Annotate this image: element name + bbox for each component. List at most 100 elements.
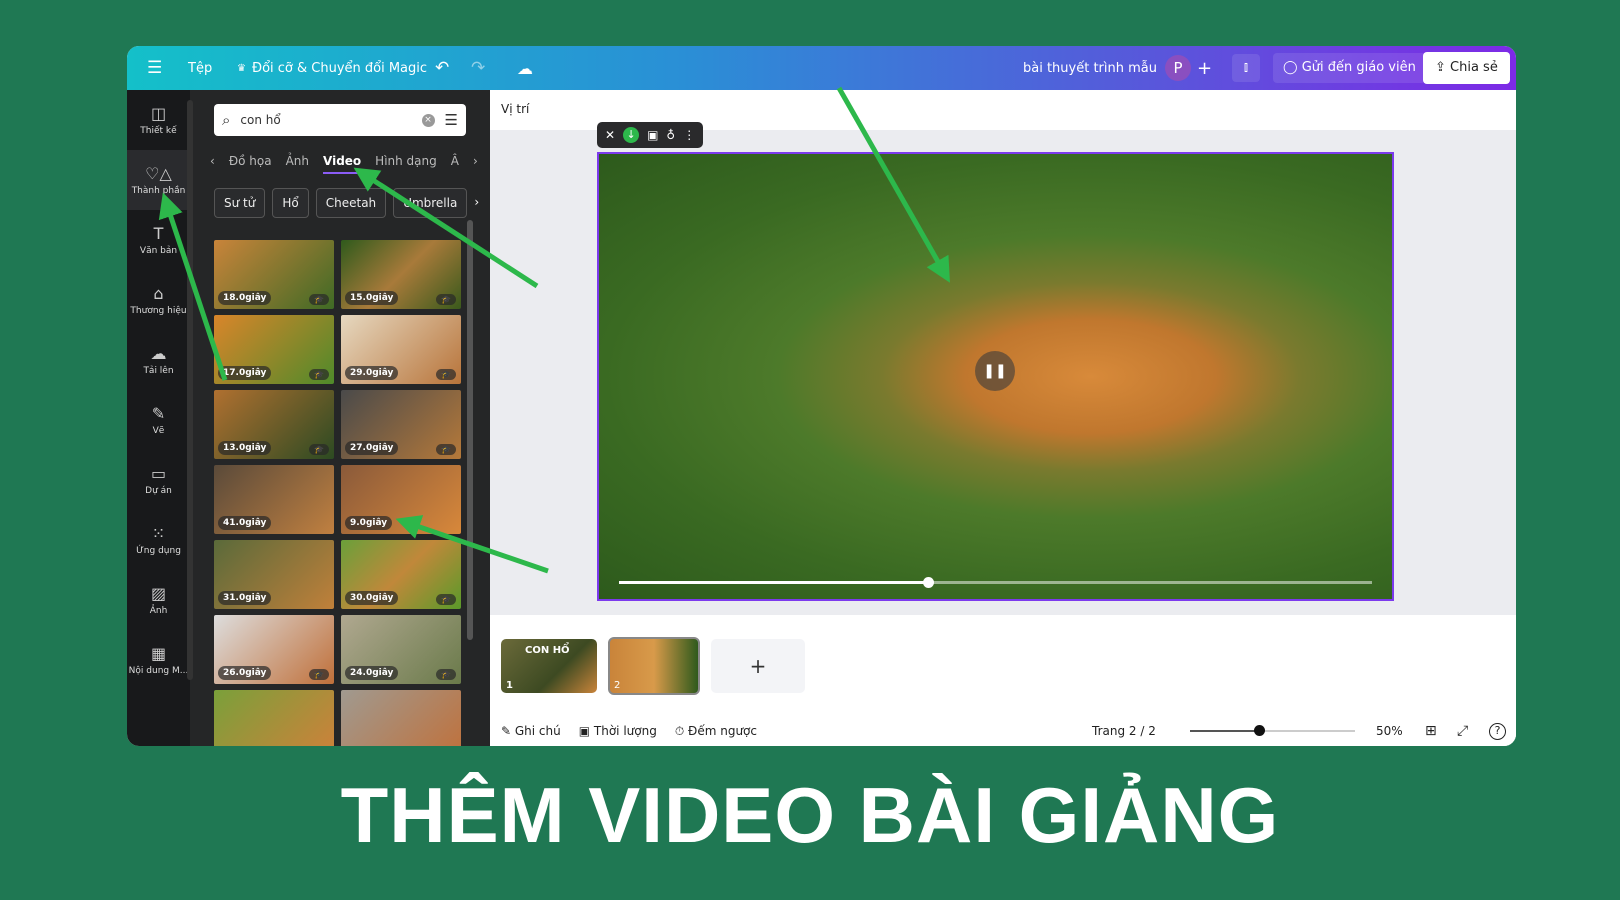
filter-icon[interactable]: ☰ [445,111,458,129]
lightbulb-icon[interactable]: ♁ [666,128,675,142]
video-duration: 41.0giây [218,516,272,530]
send-teacher-button[interactable]: ◯ Gửi đến giáo viên [1273,53,1426,83]
tiger-video[interactable]: ❚❚ [597,152,1394,601]
side-rail: ◫ Thiết kế ♡△ Thành phần T Văn bản ⌂ Thương hiệ… [127,90,190,746]
tab[interactable]: Ảnh [286,154,309,168]
tab[interactable]: Video [323,154,362,174]
download-icon[interactable]: ↓ [623,127,640,143]
video-duration: 13.0giây [218,441,272,455]
page-indicator[interactable]: Trang 2 / 2 [1092,724,1156,738]
share-button[interactable]: ⇪ Chia sẻ [1423,52,1510,84]
video-thumbnail[interactable]: 24.0giây 🎓 [341,615,461,684]
tabs-prev-icon[interactable]: ‹ [210,154,215,168]
rail-item-label: Nội dung M... [128,666,189,676]
video-thumbnail[interactable] [214,690,334,746]
video-thumbnail[interactable]: 31.0giây [214,540,334,609]
canvas-area: Vị trí ✕ ↓ ▣ ♁ ⋮ ❚❚ ↻ ✦ CON HỔ 1 2 + ✎ G… [490,90,1516,746]
rail-item[interactable]: ✎ Vẽ [127,390,190,450]
grid-view-icon[interactable]: ⊞ [1425,723,1437,739]
brand-icon: ⌂ [153,284,164,303]
rail-item[interactable]: ▭ Dự án [127,450,190,510]
page-thumb-1[interactable]: CON HỔ 1 [501,639,597,693]
chips-next-icon[interactable]: › [474,188,479,218]
document-title[interactable]: bài thuyết trình mẫu [1023,61,1157,76]
rail-item[interactable]: ◫ Thiết kế [127,90,190,150]
video-duration: 31.0giây [218,591,272,605]
video-duration: 15.0giây [345,291,399,305]
rail-item[interactable]: ▨ Ảnh [127,570,190,630]
video-thumbnail[interactable]: 26.0giây 🎓 [214,615,334,684]
add-page-button[interactable]: + [711,639,805,693]
pause-button[interactable]: ❚❚ [975,351,1015,391]
duration-button[interactable]: ▣ Thời lượng [579,724,657,738]
video-thumbnail[interactable]: 18.0giây 🎓 [214,240,334,309]
suggestion-chip[interactable]: Cheetah [315,188,387,218]
fullscreen-icon[interactable]: ⤢ [1457,723,1468,739]
avatar[interactable]: P [1165,55,1191,81]
video-thumbnail[interactable]: 27.0giây 🎓 [341,390,461,459]
rail-item[interactable]: ⌂ Thương hiệu [127,270,190,330]
notes-button[interactable]: ✎ Ghi chú [501,724,561,738]
timer-button[interactable]: ⏱ Đếm ngược [675,724,757,739]
elements-panel: ⌕ con hổ × ☰ ‹ Đồ họa Ảnh Video Hình dạng Â › … [187,90,490,746]
layout-icon: ◫ [150,104,167,123]
search-input[interactable]: ⌕ con hổ × ☰ [214,104,466,136]
more-icon[interactable]: ⋮ [683,128,695,142]
page-thumb-2[interactable]: 2 [608,637,700,695]
video-duration: 26.0giây [218,666,272,680]
rail-item[interactable]: ▦ Nội dung M... [127,630,190,690]
rail-item-label: Thành phần [131,186,186,196]
video-thumbnail[interactable]: 15.0giây 🎓 [341,240,461,309]
cloud-saved-icon[interactable]: ☁ [517,59,533,78]
check-circle-icon: ◯ [1283,60,1302,75]
add-collaborator-icon[interactable]: + [1197,58,1212,79]
clear-icon[interactable]: × [421,113,435,127]
video-thumbnail[interactable]: 9.0giây [341,465,461,534]
suggestion-chip[interactable]: Sư tử [214,188,266,218]
menu-icon[interactable]: ☰ [147,58,162,78]
video-duration: 9.0giây [345,516,393,530]
video-thumbnail[interactable]: 13.0giây 🎓 [214,390,334,459]
video-thumbnail[interactable]: 17.0giây 🎓 [214,315,334,384]
tab[interactable]: Hình dạng [375,154,437,168]
education-icon: 🎓 [436,444,456,455]
suggestion-chips: Sư tử Hổ Cheetah Umbrella › [214,188,479,218]
rail-item[interactable]: ☁ Tải lên [127,330,190,390]
rail-item-label: Dự án [145,486,172,496]
magic-resize-button[interactable]: Đổi cỡ & Chuyển đổi Magic [252,61,427,76]
rail-item-label: Thương hiệu [130,306,187,316]
video-thumbnail[interactable]: 41.0giây [214,465,334,534]
element-toolbar: ✕ ↓ ▣ ♁ ⋮ [597,122,704,148]
tabs-next-icon[interactable]: › [473,154,478,168]
position-label[interactable]: Vị trí [501,102,529,116]
video-thumbnail[interactable]: 30.0giây 🎓 [341,540,461,609]
footer-bar: ✎ Ghi chú ▣ Thời lượng ⏱ Đếm ngược Trang… [501,716,1506,746]
education-icon: 🎓 [436,594,456,605]
rail-scrollbar[interactable] [187,100,193,680]
video-duration: 27.0giây [345,441,399,455]
tab[interactable]: Â [451,154,459,168]
rail-item[interactable]: T Văn bản [127,210,190,270]
zoom-slider[interactable] [1190,725,1355,736]
education-icon: 🎓 [309,294,329,305]
suggestion-chip[interactable]: Umbrella [393,188,468,218]
send-teacher-label: Gửi đến giáo viên [1301,60,1416,75]
file-menu[interactable]: Tệp [188,61,212,76]
tab[interactable]: Đồ họa [229,154,272,168]
rail-item-label: Văn bản [139,246,178,256]
replace-icon[interactable]: ▣ [647,128,658,142]
rail-item[interactable]: ⁙ Ứng dụng [127,510,190,570]
analytics-icon[interactable]: ⫾ [1232,54,1260,82]
undo-icon[interactable]: ↶ [435,58,449,78]
rail-item[interactable]: ♡△ Thành phần [127,150,190,210]
video-thumbnail[interactable]: 29.0giây 🎓 [341,315,461,384]
education-icon: 🎓 [309,669,329,680]
help-icon[interactable]: ? [1489,722,1506,740]
suggestion-chip[interactable]: Hổ [272,188,309,218]
video-thumbnail[interactable] [341,690,461,746]
redo-icon[interactable]: ↷ [471,58,485,78]
close-icon[interactable]: ✕ [605,128,615,142]
video-scrubber[interactable] [619,577,1372,588]
panel-scrollbar[interactable] [467,220,473,640]
zoom-value[interactable]: 50% [1376,724,1403,738]
